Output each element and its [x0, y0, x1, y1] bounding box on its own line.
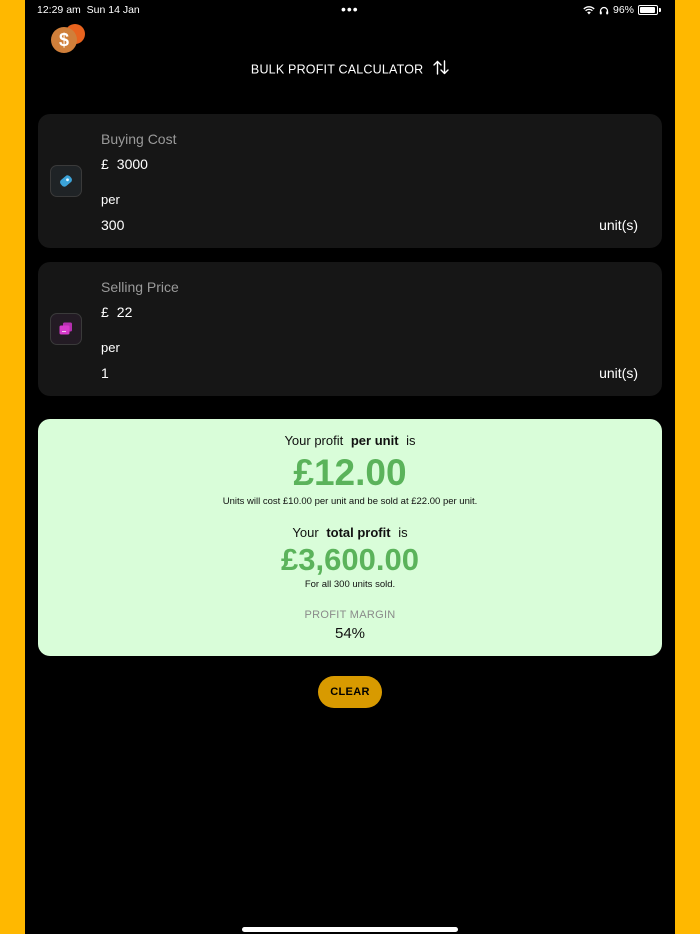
- buying-cost-amount-field[interactable]: £3000: [101, 156, 148, 172]
- per-unit-heading: Your profit per unit is: [38, 433, 662, 448]
- per-unit-note: Units will cost £10.00 per unit and be s…: [222, 496, 478, 507]
- buying-cost-card: Buying Cost £3000 per 300 unit(s): [38, 114, 662, 248]
- app-logo-icon[interactable]: $: [51, 24, 85, 53]
- selling-price-amount-field[interactable]: £22: [101, 304, 132, 320]
- swap-vertical-icon[interactable]: [433, 60, 449, 78]
- tag-icon: [50, 165, 82, 197]
- battery-percent: 96%: [612, 4, 634, 16]
- app-screen: 12:29 am Sun 14 Jan ••• 96% $ BULK PROFI…: [25, 0, 675, 934]
- per-unit-prefix: Your profit: [284, 433, 344, 448]
- total-profit-value: £3,600.00: [281, 542, 419, 577]
- home-indicator[interactable]: [242, 927, 458, 932]
- unit-label: unit(s): [599, 365, 638, 381]
- selling-price-label: Selling Price: [101, 279, 179, 295]
- battery-tip: [659, 8, 661, 12]
- multitask-dots[interactable]: •••: [341, 1, 359, 17]
- per-unit-profit-value: £12.00: [293, 452, 407, 493]
- buying-quantity-field[interactable]: 300: [101, 217, 124, 233]
- per-unit-suffix: is: [406, 433, 416, 448]
- selling-price-amount: 22: [116, 304, 133, 320]
- currency-symbol: £: [101, 156, 109, 172]
- battery-icon: [638, 5, 658, 15]
- status-indicators: 96%: [583, 4, 661, 16]
- dollar-coin-icon: $: [51, 27, 77, 53]
- status-time: 12:29 am Sun 14 Jan: [37, 4, 140, 16]
- total-profit-note: For all 300 units sold.: [304, 579, 396, 590]
- headphones-icon: [599, 6, 609, 14]
- status-bar: 12:29 am Sun 14 Jan ••• 96%: [25, 0, 675, 20]
- unit-label: unit(s): [599, 217, 638, 233]
- buying-cost-amount: 3000: [116, 156, 148, 172]
- buying-cost-label: Buying Cost: [101, 131, 177, 147]
- page-title: BULK PROFIT CALCULATOR: [25, 60, 675, 78]
- selling-price-card: Selling Price £22 per 1 unit(s): [38, 262, 662, 396]
- selling-quantity-field[interactable]: 1: [101, 365, 109, 381]
- total-profit-heading: Your total profit is: [38, 525, 662, 540]
- total-suffix: is: [398, 525, 408, 540]
- profit-margin-label: PROFIT MARGIN: [304, 609, 396, 621]
- currency-symbol: £: [101, 304, 109, 320]
- per-label: per: [101, 192, 120, 207]
- page-title-text: BULK PROFIT CALCULATOR: [250, 62, 424, 77]
- clear-button[interactable]: CLEAR: [318, 676, 382, 708]
- profit-margin-value: 54%: [334, 625, 366, 642]
- sale-icon: [50, 313, 82, 345]
- clock-date: Sun 14 Jan: [86, 4, 140, 16]
- clock-time: 12:29 am: [37, 4, 81, 16]
- total-emphasis: total profit: [326, 525, 391, 540]
- total-prefix: Your: [292, 525, 319, 540]
- per-unit-emphasis: per unit: [350, 433, 399, 448]
- per-label: per: [101, 340, 120, 355]
- profit-result-card: Your profit per unit is £12.00 Units wil…: [38, 419, 662, 656]
- wifi-icon: [583, 5, 595, 14]
